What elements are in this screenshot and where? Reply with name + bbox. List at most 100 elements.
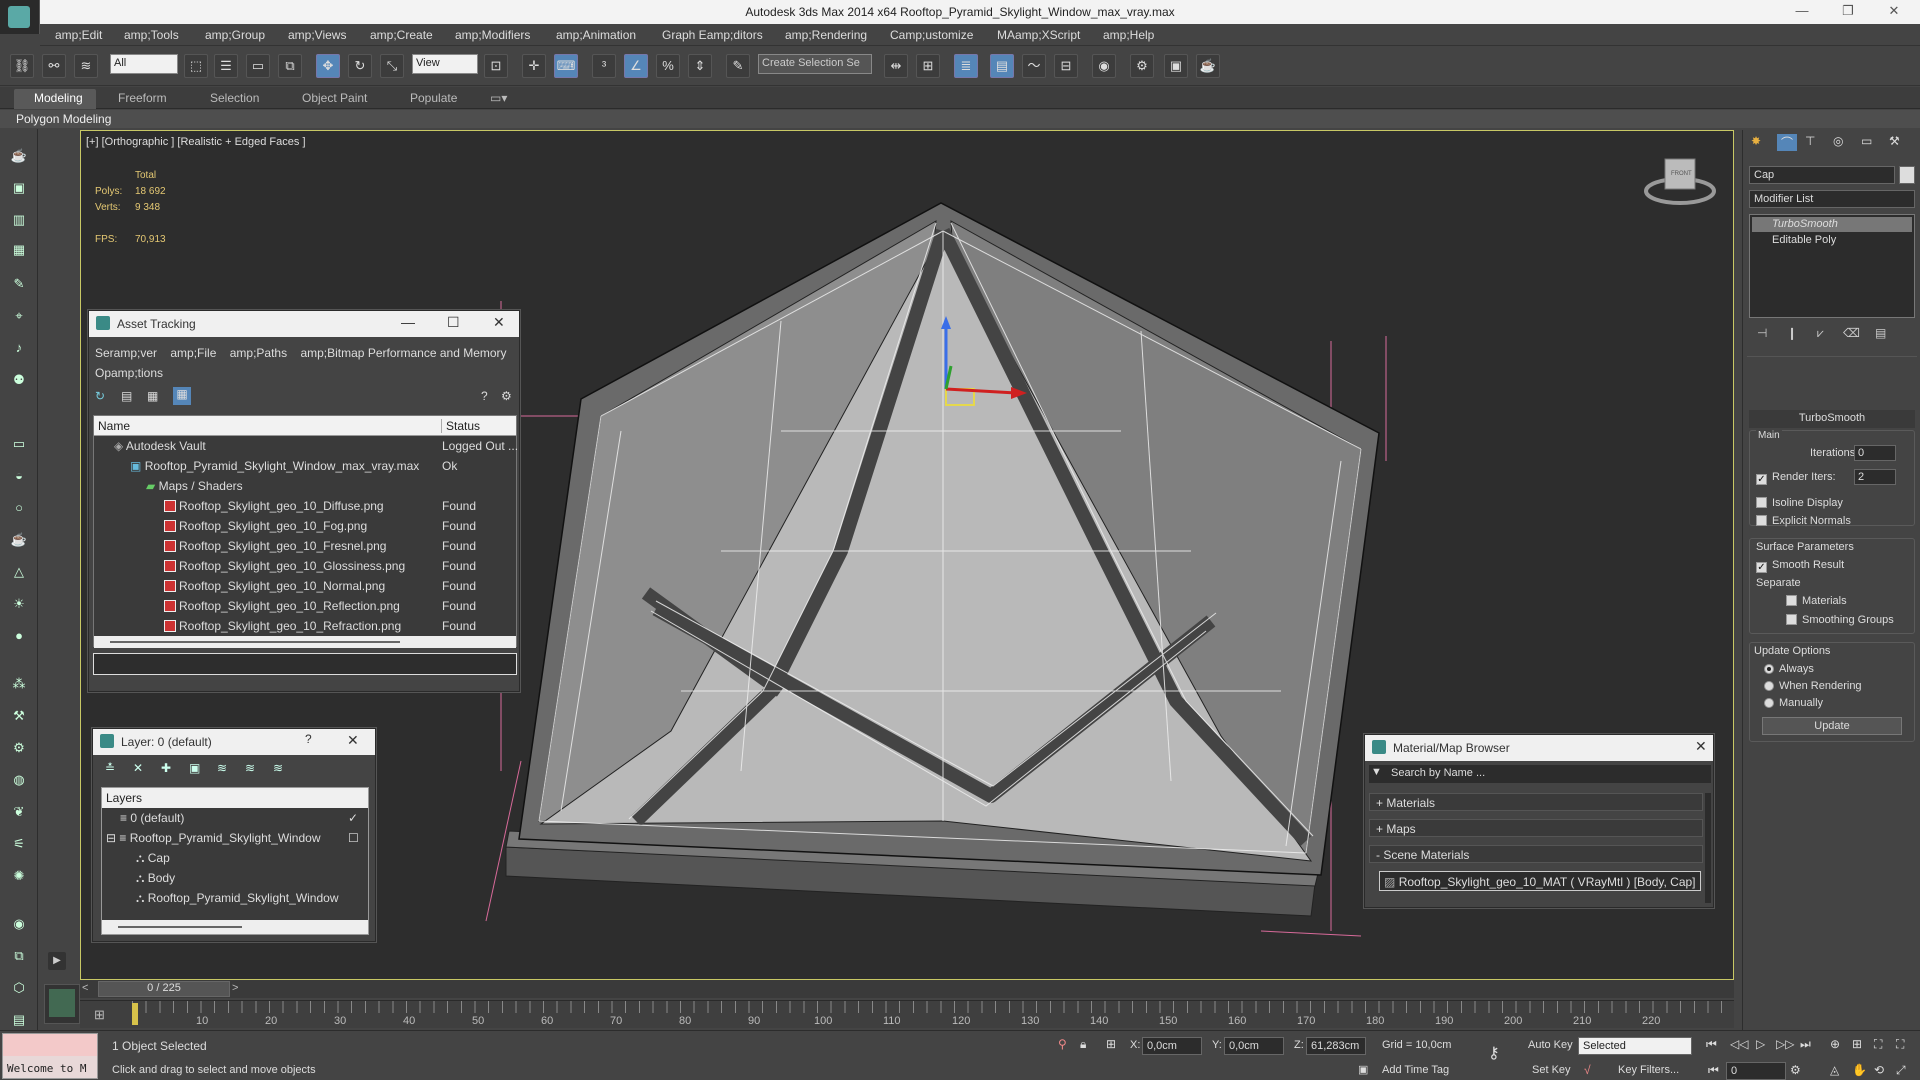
key-mode-dropdown[interactable]: Selected [1578, 1037, 1692, 1055]
detail-view-icon[interactable]: ▦ [147, 389, 158, 403]
sound-icon[interactable]: ♪ [7, 337, 31, 359]
schematic-view-icon[interactable]: ⊟ [1054, 54, 1078, 78]
table-row[interactable]: Rooftop_Skylight_geo_10_Fog.png Found [94, 516, 516, 536]
menu-rendering[interactable]: amp;Rendering [785, 28, 867, 42]
layer-row-cap[interactable]: ⛬ Cap [102, 848, 368, 868]
asset-path-field[interactable] [93, 653, 517, 675]
layer-row-skylight[interactable]: ⊟ ≡ Rooftop_Pyramid_Skylight_Window ☐ [102, 828, 368, 848]
modify-tab-icon[interactable]: ⌒ [1777, 134, 1797, 151]
z-coordinate-field[interactable]: 61,283cm [1306, 1037, 1366, 1055]
unlink-icon[interactable]: ⚯ [42, 54, 66, 78]
table-row[interactable]: Rooftop_Skylight_geo_10_Diffuse.png Found [94, 496, 516, 516]
list-view-icon[interactable]: ▤ [121, 389, 132, 403]
close-icon[interactable]: ✕ [1876, 3, 1912, 21]
tab-object-paint[interactable]: Object Paint [302, 91, 367, 105]
asset-tracking-titlebar[interactable]: Asset Tracking — ☐ ✕ [89, 311, 519, 337]
table-row[interactable]: ▰ Maps / Shaders [94, 476, 516, 496]
select-move-icon[interactable]: ✥ [316, 54, 340, 78]
stack-item-editable-poly[interactable]: Editable Poly [1752, 233, 1912, 248]
restore-icon[interactable]: ❐ [1830, 3, 1866, 21]
table-row[interactable]: Rooftop_Skylight_geo_10_Normal.png Found [94, 576, 516, 596]
maxscript-listener[interactable]: Welcome to M [2, 1033, 98, 1079]
close-icon[interactable]: ✕ [347, 732, 359, 749]
isolate-icon[interactable]: ⚲ [1058, 1037, 1067, 1051]
close-icon[interactable]: ✕ [1695, 738, 1707, 755]
key-filters-button[interactable]: Key Filters... [1618, 1064, 1679, 1076]
orbit-icon[interactable]: ⟲ [1874, 1063, 1884, 1077]
expand-toolbar-icon[interactable]: ▶ [48, 952, 66, 970]
help-button[interactable]: ? [305, 732, 312, 746]
select-manipulate-icon[interactable]: ✛ [522, 54, 546, 78]
selection-filter-dropdown[interactable]: All [110, 54, 178, 74]
menu-customize[interactable]: Camp;ustomize [890, 28, 973, 42]
select-object-icon[interactable]: ⬚ [184, 54, 208, 78]
remove-modifier-icon[interactable]: ⌫ [1843, 326, 1860, 340]
manually-radio[interactable] [1764, 698, 1774, 708]
cloth-icon[interactable]: ✺ [7, 865, 31, 887]
ribbon-toggle-icon[interactable]: ▤ [990, 54, 1014, 78]
stack-icon[interactable]: ⧉ [7, 945, 31, 967]
layer-row-default[interactable]: ≡ 0 (default) ✓ [102, 808, 368, 828]
table-row[interactable]: ◈ Autodesk Vault Logged Out ... [94, 436, 518, 456]
refresh-icon[interactable]: ↻ [95, 389, 105, 403]
modifier-list-dropdown[interactable]: Modifier List [1749, 190, 1915, 208]
materials-section[interactable]: + Materials [1369, 793, 1703, 811]
bind-space-warp-icon[interactable]: ≋ [74, 54, 98, 78]
disc-icon[interactable]: ● [7, 625, 31, 647]
mirror-icon[interactable]: ⇹ [884, 54, 908, 78]
minimize-icon[interactable]: — [1784, 3, 1820, 21]
minimize-icon[interactable]: — [401, 314, 415, 330]
ribbon-options-icon[interactable]: ▭▾ [490, 91, 507, 105]
link-icon[interactable]: ⛓ [10, 54, 34, 78]
table-row[interactable]: Rooftop_Skylight_geo_10_Glossiness.png Fo… [94, 556, 516, 576]
object-name-field[interactable]: Cap [1749, 166, 1895, 184]
maps-section[interactable]: + Maps [1369, 819, 1703, 837]
absolute-mode-icon[interactable]: ⊞ [1106, 1037, 1116, 1051]
explicit-normals-checkbox[interactable] [1756, 515, 1767, 526]
menu-animation[interactable]: amp;Animation [556, 28, 636, 42]
search-menu-icon[interactable]: ▼ [1371, 766, 1382, 778]
time-config-icon[interactable]: ⚙ [1790, 1063, 1801, 1077]
stack-item-turbosmooth[interactable]: TurboSmooth [1752, 217, 1912, 232]
configure-sets-icon[interactable]: ▤ [1875, 326, 1886, 340]
tab-populate[interactable]: Populate [410, 91, 457, 105]
window-crossing-icon[interactable]: ⧉ [278, 54, 302, 78]
freeze-all-icon[interactable]: ≋ [273, 761, 283, 775]
key-tangent-icon[interactable]: √ [1584, 1063, 1591, 1077]
script-icon[interactable]: ▤ [7, 1009, 31, 1031]
rendered-frame-window-icon[interactable]: ▣ [1164, 54, 1188, 78]
table-row[interactable]: Rooftop_Skylight_geo_10_Fresnel.png Found [94, 536, 516, 556]
light-icon[interactable]: ☀ [7, 593, 31, 615]
edit-named-selection-icon[interactable]: ✎ [726, 54, 750, 78]
maximize-viewport-icon[interactable]: ⤢ [1896, 1063, 1906, 1078]
hierarchy-tab-icon[interactable]: ⊤ [1805, 134, 1815, 148]
snaps-toggle-icon[interactable]: ³ [592, 54, 616, 78]
select-rotate-icon[interactable]: ↻ [348, 54, 372, 78]
paint-icon[interactable]: ✎ [7, 273, 31, 295]
scene-material-item[interactable]: ▨ Rooftop_Skylight_geo_10_MAT ( VRayMtl … [1379, 871, 1701, 891]
hair-icon[interactable]: ⚟ [7, 833, 31, 855]
smooth-result-checkbox[interactable]: ✓ [1756, 562, 1767, 573]
prev-frame-icon[interactable]: < [82, 982, 96, 996]
select-by-name-icon[interactable]: ☰ [214, 54, 238, 78]
track-bar[interactable]: ⊞ 10 20 30 40 50 60 70 80 90 100 110 120… [80, 1000, 1734, 1028]
key-mode-toggle-icon[interactable]: ⏮ [1708, 1063, 1719, 1078]
viewport-label[interactable]: [+] [Orthographic ] [Realistic + Edged F… [86, 136, 306, 148]
maximize-icon[interactable]: ☐ [447, 314, 460, 331]
menu-help[interactable]: amp;Help [1103, 28, 1154, 42]
motion-tab-icon[interactable]: ◎ [1833, 134, 1843, 148]
go-to-start-icon[interactable]: ⏮ [1706, 1037, 1717, 1052]
add-to-layer-icon[interactable]: ✚ [161, 761, 171, 775]
panel-icon[interactable]: ▦ [7, 239, 31, 261]
teapot-object-icon[interactable]: ☕ [7, 529, 31, 551]
tab-modeling[interactable]: Modeling [34, 91, 83, 105]
x-coordinate-field[interactable]: 0,0cm [1142, 1037, 1202, 1055]
col-status[interactable]: Status [441, 419, 480, 433]
highlight-layer-icon[interactable]: ≋ [217, 761, 227, 775]
layer-row-object[interactable]: ⛬ Rooftop_Pyramid_Skylight_Window [102, 888, 368, 908]
group-icon[interactable]: ⚉ [7, 369, 31, 391]
zoom-extents-icon[interactable]: ⛶ [1874, 1037, 1882, 1052]
time-slider-thumb[interactable]: 0 / 225 [98, 981, 230, 997]
horizontal-scrollbar[interactable] [102, 920, 368, 934]
polygon-modeling-label[interactable]: Polygon Modeling [16, 112, 111, 126]
